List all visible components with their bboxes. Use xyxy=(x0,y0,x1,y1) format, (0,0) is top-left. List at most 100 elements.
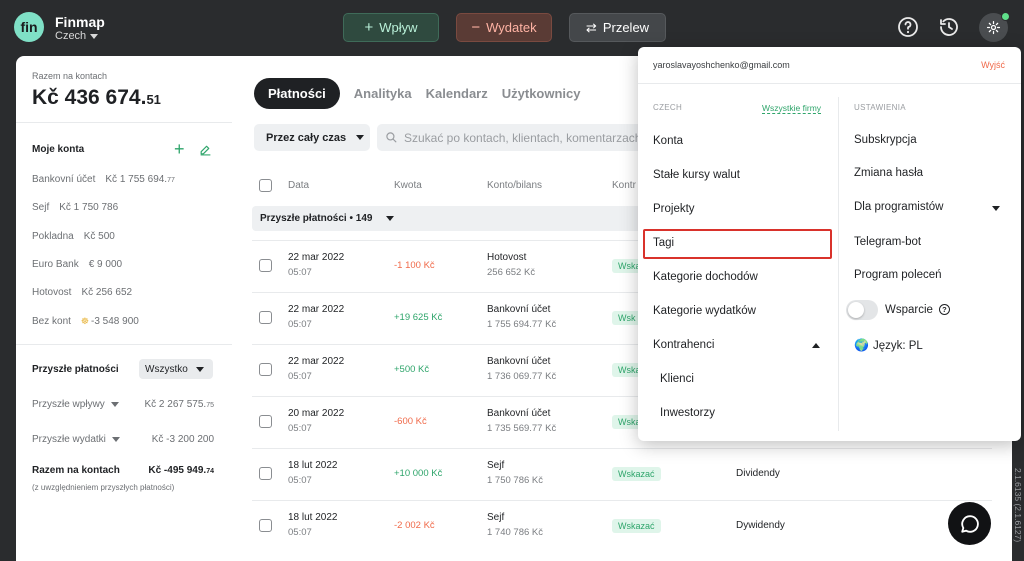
account-item[interactable]: Bankovní účet Kč 1 755 694.77 xyxy=(32,174,175,185)
inflow-button[interactable]: + Wpływ xyxy=(343,13,439,42)
language-selector[interactable]: 🌍 Język: PL xyxy=(854,338,923,352)
menu-item-fixed-rates[interactable]: Stałe kursy walut xyxy=(653,169,740,181)
menu-item-change-password[interactable]: Zmiana hasła xyxy=(854,167,923,179)
logout-link[interactable]: Wyjść xyxy=(981,60,1005,70)
currency-warning-icon: ☸ xyxy=(80,316,89,326)
row-amount: +500 Kč xyxy=(394,364,430,375)
edit-icon[interactable] xyxy=(199,143,212,156)
menu-item-clients[interactable]: Klienci xyxy=(660,373,694,385)
chevron-up-icon[interactable] xyxy=(812,343,820,348)
search-box[interactable] xyxy=(377,124,647,151)
account-item[interactable]: Sejf Kč 1 750 786 xyxy=(32,202,118,213)
history-icon[interactable] xyxy=(937,15,961,39)
column-account[interactable]: Konto/bilans xyxy=(487,180,542,191)
row-checkbox[interactable] xyxy=(259,467,272,480)
transfer-button[interactable]: ⇄ Przelew xyxy=(569,13,666,42)
row-balance: 1 755 694.77 Kč xyxy=(487,319,557,330)
chevron-down-icon[interactable] xyxy=(992,206,1000,211)
row-checkbox[interactable] xyxy=(259,519,272,532)
row-account: Bankovní účet xyxy=(487,408,551,419)
divider xyxy=(638,83,1021,84)
column-date[interactable]: Data xyxy=(288,180,309,191)
row-time: 05:07 xyxy=(288,423,312,434)
row-date: 22 mar 2022 xyxy=(288,252,345,263)
add-account-icon[interactable]: + xyxy=(174,140,185,158)
row-checkbox[interactable] xyxy=(259,415,272,428)
menu-item-subscription[interactable]: Subskrypcja xyxy=(854,134,917,146)
tab-bar: Płatności Analityka Kalendarz Użytkownic… xyxy=(254,78,595,109)
user-email: yaroslavayoshchenko@gmail.com xyxy=(653,60,790,70)
settings-button[interactable] xyxy=(979,12,1010,42)
row-date: 18 lut 2022 xyxy=(288,460,338,471)
tab-analytics[interactable]: Analityka xyxy=(354,86,412,101)
account-item[interactable]: Bez kont ☸ -3 548 900 xyxy=(32,316,139,327)
support-toggle[interactable] xyxy=(846,300,878,320)
expense-button[interactable]: − Wydatek xyxy=(456,13,552,42)
tab-calendar[interactable]: Kalendarz xyxy=(426,86,488,101)
select-all-checkbox[interactable] xyxy=(259,179,272,192)
menu-item-income-categories[interactable]: Kategorie dochodów xyxy=(653,271,758,283)
future-inflows[interactable]: Przyszłe wpływy xyxy=(32,399,119,410)
divider xyxy=(16,344,232,345)
menu-item-investors[interactable]: Inwestorzy xyxy=(660,407,715,419)
minus-icon: − xyxy=(471,19,481,36)
row-checkbox[interactable] xyxy=(259,259,272,272)
company-section-heading: CZECH xyxy=(653,103,683,112)
transfer-icon: ⇄ xyxy=(585,19,597,35)
gear-icon xyxy=(986,20,1001,35)
menu-item-expense-categories[interactable]: Kategorie wydatków xyxy=(653,305,756,317)
account-item[interactable]: Hotovost Kč 256 652 xyxy=(32,287,132,298)
future-expenses[interactable]: Przyszłe wydatki xyxy=(32,434,120,445)
menu-item-telegram-bot[interactable]: Telegram-bot xyxy=(854,236,921,248)
menu-item-accounts[interactable]: Konta xyxy=(653,135,683,147)
row-time: 05:07 xyxy=(288,371,312,382)
toggle-knob xyxy=(848,302,864,318)
period-select[interactable]: Przez cały czas xyxy=(254,124,370,151)
row-date: 22 mar 2022 xyxy=(288,304,345,315)
future-payments-title: Przyszłe płatności xyxy=(32,364,119,375)
row-account: Sejf xyxy=(487,460,505,471)
projected-note: (z uwzględnieniem przyszłych płatności) xyxy=(32,483,175,492)
total-label: Razem na kontach xyxy=(32,71,108,81)
column-amount[interactable]: Kwota xyxy=(394,180,422,191)
row-date: 18 lut 2022 xyxy=(288,512,338,523)
app-logo[interactable]: fin xyxy=(14,12,44,42)
chat-button[interactable] xyxy=(948,502,991,545)
row-amount: -1 100 Kč xyxy=(394,260,435,271)
divider xyxy=(252,448,992,449)
company-selector[interactable]: Czech xyxy=(55,30,99,42)
tab-users[interactable]: Użytkownicy xyxy=(502,86,581,101)
menu-item-counterparties[interactable]: Kontrahenci xyxy=(653,339,714,351)
row-checkbox[interactable] xyxy=(259,311,272,324)
row-balance: 1 740 786 Kč xyxy=(487,527,543,538)
account-item[interactable]: Euro Bank € 9 000 xyxy=(32,259,122,270)
future-filter-select[interactable]: Wszystko xyxy=(139,359,213,379)
menu-item-projects[interactable]: Projekty xyxy=(653,203,695,215)
row-time: 05:07 xyxy=(288,475,312,486)
row-amount: +10 000 Kč xyxy=(394,468,443,479)
row-time: 05:07 xyxy=(288,527,312,538)
counterparty-tag[interactable]: Wskazać xyxy=(612,519,661,533)
account-item[interactable]: Pokladna Kč 500 xyxy=(32,231,115,242)
future-payments-group[interactable]: Przyszłe płatności • 149 xyxy=(252,206,652,231)
column-counterparty[interactable]: Kontr xyxy=(612,180,636,191)
tab-payments[interactable]: Płatności xyxy=(254,78,340,109)
projected-total-label: Razem na kontach xyxy=(32,465,120,476)
menu-item-referral[interactable]: Program poleceń xyxy=(854,269,942,281)
plus-icon: + xyxy=(364,19,374,36)
menu-item-developers[interactable]: Dla programistów xyxy=(854,201,943,213)
search-input[interactable] xyxy=(404,130,644,145)
counterparty-tag[interactable]: Wskazać xyxy=(612,467,661,481)
row-checkbox[interactable] xyxy=(259,363,272,376)
projected-total-amount: Kč -495 949.74 xyxy=(148,465,214,476)
help-icon[interactable] xyxy=(896,15,920,39)
row-time: 05:07 xyxy=(288,319,312,330)
help-icon[interactable]: ? xyxy=(938,304,950,316)
row-account: Hotovost xyxy=(487,252,527,263)
chevron-down-icon xyxy=(111,436,120,442)
divider xyxy=(252,500,992,501)
menu-item-tags[interactable]: Tagi xyxy=(653,237,674,249)
all-firms-link[interactable]: Wszystkie firmy xyxy=(762,103,822,114)
search-icon xyxy=(386,132,397,143)
sidebar: Razem na kontach Kč 436 674.51 Moje kont… xyxy=(16,56,232,561)
